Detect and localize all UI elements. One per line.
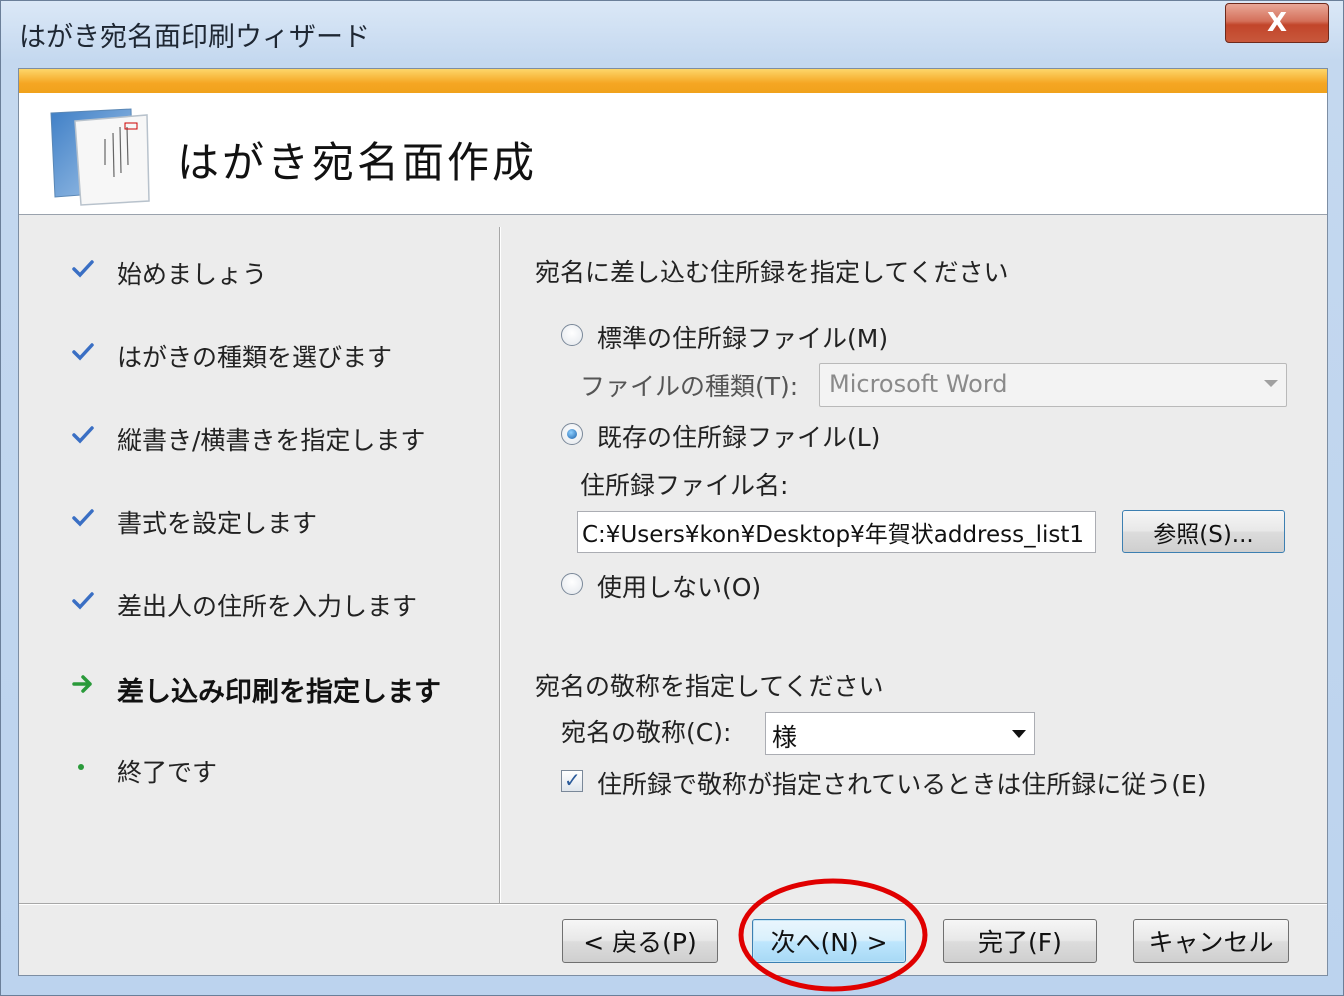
bullet-icon	[78, 764, 84, 770]
step-label-current: 差し込み印刷を指定します	[117, 677, 441, 708]
step-label: はがきの種類を選びます	[117, 343, 393, 372]
checkmark-icon	[72, 260, 94, 278]
cancel-button[interactable]: キャンセル	[1133, 919, 1289, 963]
step-item-format: 書式を設定します	[19, 500, 489, 540]
file-name-label: 住所録ファイル名:	[580, 471, 789, 500]
step-list: 始めましょう はがきの種類を選びます 縦書き/横書きを指定します 書式を設定しま…	[19, 215, 499, 901]
honorific-heading: 宛名の敬称を指定してください	[535, 672, 884, 701]
next-button[interactable]: 次へ(N) >	[752, 919, 906, 963]
vertical-divider	[499, 227, 501, 903]
close-icon: X	[1266, 8, 1288, 38]
arrow-right-icon	[72, 675, 92, 693]
file-type-label: ファイルの種類(T):	[580, 372, 799, 401]
checkmark-icon	[72, 426, 94, 444]
step-item-orientation: 縦書き/横書きを指定します	[19, 417, 489, 457]
follow-address-book-label[interactable]: 住所録で敬称が指定されているときは住所録に従う(E)	[597, 765, 1207, 801]
existing-address-radio[interactable]	[561, 423, 583, 445]
existing-address-label[interactable]: 既存の住所録ファイル(L)	[597, 418, 880, 454]
checkmark-icon	[72, 343, 94, 361]
window-title: はがき宛名面印刷ウィザード	[19, 22, 370, 53]
address-book-heading: 宛名に差し込む住所録を指定してください	[535, 258, 1009, 287]
chevron-down-icon	[1264, 380, 1278, 387]
step-item-finish: 終了です	[19, 749, 489, 789]
wizard-window: はがき宛名面印刷ウィザード X はがき宛名面作成 始めましょう はがきの種類を選…	[0, 0, 1344, 996]
footer-divider	[19, 903, 1327, 905]
wizard-client-area: はがき宛名面作成 始めましょう はがきの種類を選びます 縦書き/横書きを指定しま…	[18, 68, 1328, 976]
step-label: 差出人の住所を入力します	[117, 592, 418, 621]
wizard-header: はがき宛名面作成	[19, 93, 1327, 215]
postcard-icon	[50, 108, 150, 206]
browse-button[interactable]: 参照(S)...	[1122, 510, 1285, 553]
follow-address-book-checkbox[interactable]: ✓	[561, 768, 583, 792]
page-title: はがき宛名面作成	[177, 138, 538, 187]
honorific-label: 宛名の敬称(C):	[561, 718, 732, 747]
no-address-radio[interactable]	[561, 573, 583, 595]
honorific-select[interactable]: 様	[765, 712, 1035, 755]
no-address-label[interactable]: 使用しない(O)	[597, 568, 761, 604]
honorific-value: 様	[772, 723, 798, 752]
checkmark-icon: ✓	[564, 768, 581, 792]
file-name-input[interactable]	[578, 512, 1095, 552]
standard-address-label[interactable]: 標準の住所録ファイル(M)	[597, 319, 888, 355]
step-item-start: 始めましょう	[19, 251, 489, 291]
checkmark-icon	[72, 592, 94, 610]
file-type-value: Microsoft Word	[829, 370, 1008, 398]
file-name-field[interactable]	[577, 511, 1096, 553]
step-label: 終了です	[117, 758, 218, 787]
step-label: 始めましょう	[117, 260, 268, 289]
standard-address-radio[interactable]	[561, 324, 583, 346]
orange-accent-bar	[19, 69, 1327, 93]
step-item-card-type: はがきの種類を選びます	[19, 334, 489, 374]
step-label: 書式を設定します	[117, 509, 318, 538]
finish-button[interactable]: 完了(F)	[943, 919, 1097, 963]
back-button[interactable]: < 戻る(P)	[562, 919, 718, 963]
step-item-merge: 差し込み印刷を指定します	[19, 666, 489, 708]
step-item-sender: 差出人の住所を入力します	[19, 583, 489, 623]
file-type-select[interactable]: Microsoft Word	[819, 363, 1287, 407]
step-label: 縦書き/横書きを指定します	[117, 426, 426, 455]
checkmark-icon	[72, 509, 94, 527]
chevron-down-icon	[1012, 730, 1026, 738]
close-button[interactable]: X	[1225, 3, 1329, 43]
